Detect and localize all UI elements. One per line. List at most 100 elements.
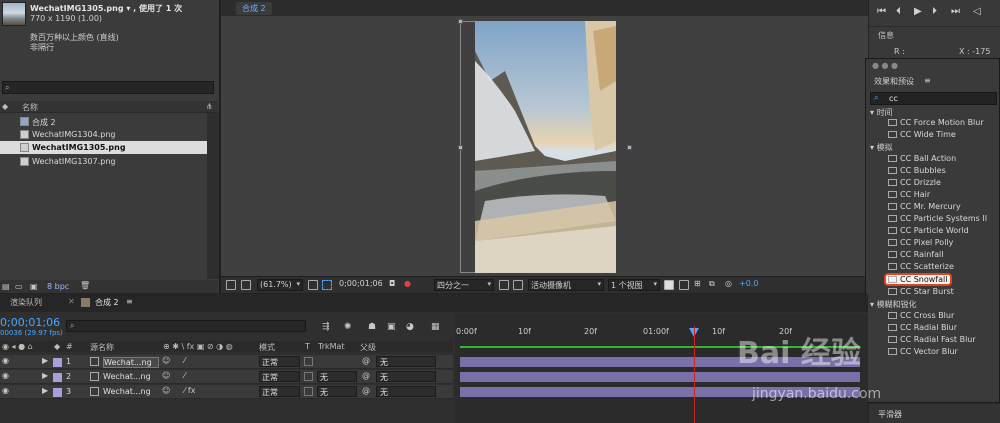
effect-item[interactable]: CC Particle World — [888, 226, 969, 235]
hide-shy-layers-icon[interactable]: ☗ — [368, 322, 376, 332]
project-item-file-selected[interactable]: WechatIMG1305.png — [0, 141, 207, 154]
eye-icon[interactable]: ◉ — [2, 356, 9, 365]
panel-menu-icon[interactable]: ≡ — [126, 297, 133, 306]
layer-name[interactable]: Wechat...ng — [103, 357, 159, 368]
interpret-footage-icon[interactable]: ▤ — [2, 282, 10, 291]
preserve-transparency-checkbox[interactable] — [304, 357, 313, 366]
effect-item[interactable]: CC Ball Action — [888, 154, 956, 163]
layer-parent-select[interactable]: 无 — [376, 371, 436, 382]
effects-search-input[interactable]: ⌕ cc — [870, 92, 997, 105]
fast-previews-icon[interactable] — [679, 280, 689, 290]
trash-icon[interactable]: 🗑 — [80, 281, 90, 290]
next-frame-icon[interactable]: ⏵ — [932, 6, 937, 17]
exposure-icon[interactable]: ◎ — [725, 279, 732, 288]
quality-icon[interactable]: ⁄ — [184, 356, 185, 365]
effect-item[interactable]: CC Drizzle — [888, 178, 941, 187]
effect-item[interactable]: CC Star Burst — [888, 287, 954, 296]
eye-icon[interactable]: ◉ — [2, 386, 9, 395]
layer-row[interactable]: ◉ ▶ 2 Wechat...ng ☺ ⁄ 正常 无 @ 无 — [0, 370, 453, 384]
views-select[interactable]: 1 个视图 ▾ — [608, 279, 660, 291]
tab-render-queue[interactable]: 渲染队列 — [10, 297, 42, 308]
timeline-timecode[interactable]: 0;00;01;06 — [0, 316, 60, 329]
exposure-value[interactable]: +0.0 — [739, 279, 758, 288]
layer-trkmat-select[interactable]: 无 — [317, 371, 357, 382]
frame-blending-icon[interactable]: ▣ — [387, 322, 396, 332]
preserve-transparency-checkbox[interactable] — [304, 372, 313, 381]
camera-select[interactable]: 活动摄像机 ▾ — [528, 279, 604, 291]
expand-arrow-icon[interactable]: ▶ — [42, 386, 48, 395]
hierarchy-icon[interactable]: ⋔ — [206, 102, 213, 111]
new-comp-icon[interactable]: ▣ — [30, 282, 38, 291]
transparency-grid-icon[interactable] — [513, 280, 523, 290]
category-simulate[interactable]: ▾ 模拟 — [870, 142, 893, 153]
draft-3d-icon[interactable]: ✺ — [344, 322, 352, 332]
effect-item[interactable]: CC Hair — [888, 190, 930, 199]
column-trkmat[interactable]: TrkMat — [318, 342, 345, 351]
shy-icon[interactable]: ☺ — [162, 386, 170, 395]
motion-blur-icon[interactable]: ◕ — [406, 322, 414, 332]
new-folder-icon[interactable]: ▭ — [15, 282, 23, 291]
project-search-input[interactable]: ⌕ — [2, 81, 214, 94]
close-icon[interactable]: ✕ — [68, 297, 75, 306]
pickwhip-icon[interactable]: @ — [362, 386, 370, 395]
resize-handle[interactable] — [627, 145, 632, 150]
layer-row[interactable]: ◉ ▶ 3 Wechat...ng ☺ ⁄ fx 正常 无 @ 无 — [0, 385, 453, 399]
effect-item[interactable]: CC Pixel Polly — [888, 238, 953, 247]
display-icon[interactable] — [241, 280, 251, 290]
toggle-pixel-aspect-icon[interactable] — [664, 280, 674, 290]
expand-arrow-icon[interactable]: ▶ — [42, 371, 48, 380]
layer-parent-select[interactable]: 无 — [376, 386, 436, 397]
layer-trkmat-select[interactable]: 无 — [317, 386, 357, 397]
always-preview-icon[interactable] — [226, 280, 236, 290]
resolution-select[interactable]: 四分之一 ▾ — [434, 279, 494, 291]
prev-frame-icon[interactable]: ⏴ — [896, 6, 901, 17]
label-color-swatch[interactable] — [53, 373, 62, 382]
effect-item[interactable]: CC Cross Blur — [888, 311, 954, 320]
snow-landscape-image[interactable] — [475, 21, 616, 273]
fx-icon[interactable]: ⁄ fx — [184, 386, 195, 395]
resize-handle[interactable] — [458, 19, 463, 24]
mask-visibility-icon[interactable] — [322, 280, 332, 290]
layer-mode-select[interactable]: 正常 — [259, 371, 300, 382]
project-scrollbar[interactable] — [207, 113, 219, 279]
layer-mode-select[interactable]: 正常 — [259, 356, 300, 367]
effect-item[interactable]: CC Radial Blur — [888, 323, 957, 332]
effect-item[interactable]: CC Vector Blur — [888, 347, 958, 356]
effect-item[interactable]: CC Rainfall — [888, 250, 943, 259]
column-name-label[interactable]: 名称 — [22, 102, 38, 113]
resize-handle[interactable] — [458, 145, 463, 150]
preserve-transparency-checkbox[interactable] — [304, 387, 313, 396]
viewer-timecode[interactable]: 0;00;01;06 — [339, 279, 383, 288]
layer-name[interactable]: Wechat...ng — [103, 372, 159, 381]
label-color-swatch[interactable] — [53, 358, 62, 367]
layer-duration-bar[interactable] — [460, 372, 860, 382]
play-icon[interactable]: ▶ — [914, 6, 922, 17]
flowchart-icon[interactable]: ⧉ — [709, 279, 715, 289]
column-parent[interactable]: 父级 — [360, 342, 376, 353]
graph-editor-icon[interactable]: ▦ — [431, 322, 440, 332]
color-channel-icon[interactable]: ● — [404, 279, 411, 288]
quality-icon[interactable]: ⁄ — [184, 371, 185, 380]
region-of-interest-icon[interactable] — [499, 280, 509, 290]
audio-icon[interactable]: ◁ — [973, 6, 981, 17]
project-item-file[interactable]: WechatIMG1304.png — [0, 128, 207, 141]
column-source-name[interactable]: 源名称 — [90, 342, 114, 353]
layer-parent-select[interactable]: 无 — [376, 356, 436, 367]
project-item-file[interactable]: WechatIMG1307.png — [0, 155, 207, 168]
comp-mini-flowchart-icon[interactable]: ⇶ — [322, 322, 330, 332]
layer-row[interactable]: ◉ ▶ 1 Wechat...ng ☺ ⁄ 正常 @ 无 — [0, 355, 453, 369]
bpc-button[interactable]: 8 bpc — [47, 282, 69, 291]
pickwhip-icon[interactable]: @ — [362, 356, 370, 365]
tab-comp-2[interactable]: 合成 2 — [95, 297, 119, 308]
snapshot-icon[interactable]: ◘ — [389, 279, 395, 288]
project-item-comp[interactable]: 合成 2 — [0, 115, 207, 128]
first-frame-icon[interactable]: ⏮ — [877, 6, 886, 17]
zoom-select[interactable]: (61.7%) ▾ — [257, 279, 303, 291]
last-frame-icon[interactable]: ⏭ — [951, 6, 960, 17]
category-blur-sharpen[interactable]: ▾ 模糊和锐化 — [870, 299, 917, 310]
timeline-search-input[interactable]: ⌕ — [66, 320, 306, 332]
grid-icon[interactable] — [308, 280, 318, 290]
effect-item[interactable]: CC Mr. Mercury — [888, 202, 961, 211]
shy-icon[interactable]: ☺ — [162, 371, 170, 380]
effect-item[interactable]: CC Bubbles — [888, 166, 946, 175]
